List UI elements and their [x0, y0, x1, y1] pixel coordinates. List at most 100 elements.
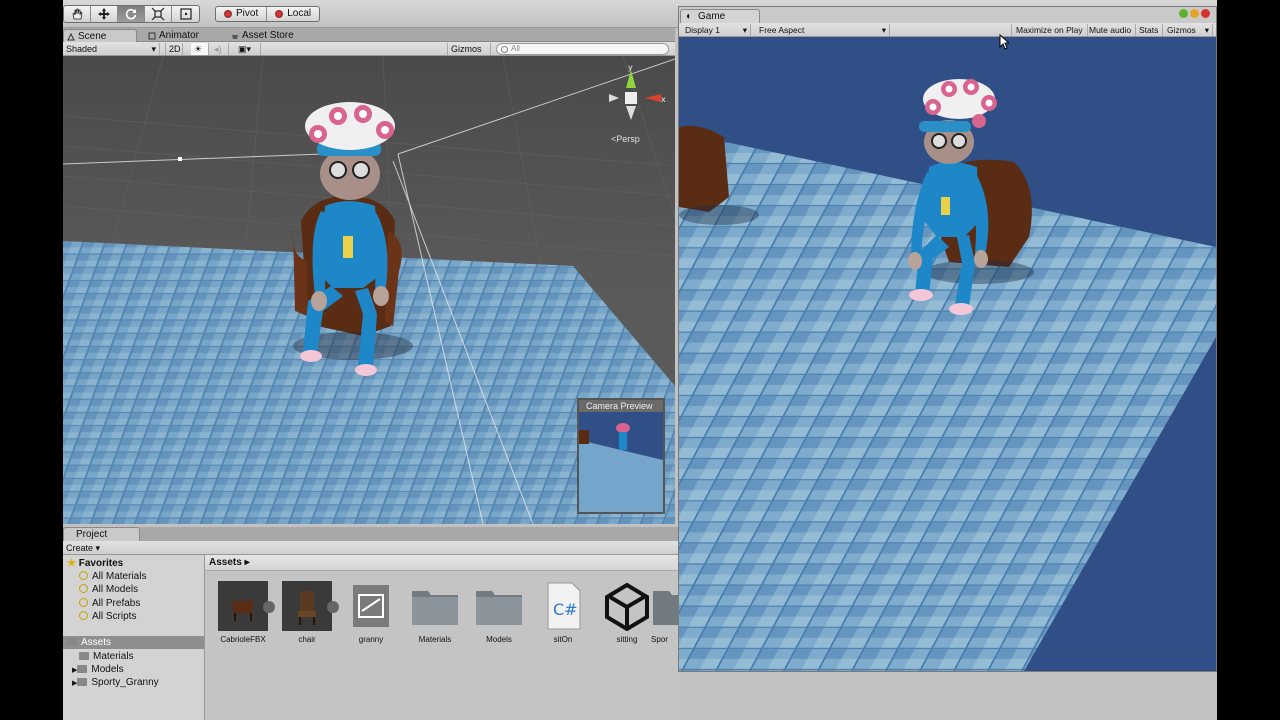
game-panel: ◖ Game Display 1 ▾ Free Aspect ▾ Maximize … [678, 6, 1217, 672]
rect-tool-button[interactable] [172, 6, 199, 22]
asset-item[interactable]: chair [275, 581, 339, 644]
project-control-bar: Create ▾ [63, 541, 678, 555]
search-filter-icon [79, 611, 88, 620]
transform-tools [63, 5, 200, 23]
store-icon [232, 35, 238, 39]
asset-item[interactable]: Spor [651, 581, 678, 644]
rotate-icon [125, 8, 137, 20]
move-tool-button[interactable] [91, 6, 118, 22]
pivot-button[interactable]: Pivot [216, 7, 268, 21]
search-icon [501, 46, 508, 53]
asset-item[interactable]: granny [339, 581, 403, 644]
tab-asset-store[interactable]: Asset Store [228, 29, 300, 42]
hand-icon [72, 8, 83, 20]
2d-mode-toggle[interactable]: 2D [165, 43, 183, 55]
sun-icon: ☀ [194, 44, 203, 54]
unity-logo-icon [602, 581, 652, 632]
pivot-local-toggle: Pivot Local [215, 6, 321, 22]
star-icon: ★ [67, 558, 76, 569]
lighting-toggle[interactable]: ☀ [191, 43, 209, 55]
orientation-gizmo[interactable]: y x [601, 62, 673, 126]
local-icon [275, 10, 284, 18]
favorite-all-prefabs[interactable]: All Prefabs [79, 597, 140, 610]
tab-game[interactable]: ◖ Game [680, 9, 760, 23]
tree-models-folder[interactable]: ▶ Models [72, 663, 124, 676]
maximize-window-icon[interactable] [1179, 9, 1188, 18]
camera-preview-title: Camera Preview [579, 400, 663, 412]
project-tab-bar [63, 527, 678, 541]
model-icon [218, 581, 268, 631]
csharp-script-icon: C# [538, 581, 588, 631]
shading-mode-dropdown[interactable]: Shaded ▾ [63, 43, 160, 55]
asset-item[interactable]: CabrioleFBX [211, 581, 275, 644]
expand-arrow-icon[interactable] [327, 601, 339, 613]
asset-item[interactable]: Models [467, 581, 531, 644]
folder-icon [410, 581, 460, 631]
close-window-icon[interactable] [1201, 9, 1210, 18]
scale-tool-button[interactable] [145, 6, 172, 22]
effects-dropdown[interactable]: ▣▾ [235, 43, 261, 55]
asset-item[interactable]: C# sitOn [531, 581, 595, 644]
scene-control-bar: Shaded ▾ 2D ☀ ◂) ▣▾ Gizmos ▾ All [63, 42, 675, 66]
assets-breadcrumb: Assets ▸ [205, 555, 678, 571]
assets-grid: CabrioleFBX chair granny Materials Model… [205, 571, 678, 720]
game-gizmos-dropdown[interactable]: Gizmos ▾ [1163, 24, 1213, 36]
gizmo-y-label: y [628, 63, 633, 72]
unity-editor-window: Pivot Local Scene Animator Asset Store S… [63, 0, 1217, 720]
scene-search-input[interactable]: All [496, 43, 669, 55]
dropdown-arrow-icon: ▾ [151, 44, 156, 54]
prefab-icon [346, 581, 396, 631]
mouse-cursor-icon [999, 34, 1009, 50]
folder-icon [79, 652, 89, 660]
scene-gizmos-dropdown[interactable]: Gizmos ▾ [447, 43, 491, 66]
tree-sporty-granny-folder[interactable]: ▶ Sporty_Granny [72, 676, 159, 689]
display-dropdown[interactable]: Display 1 ▾ [681, 24, 751, 36]
expand-arrow-icon[interactable] [263, 601, 275, 613]
rect-transform-icon [179, 8, 192, 20]
minimize-window-icon[interactable] [1190, 9, 1199, 18]
favorite-all-scripts[interactable]: All Scripts [79, 610, 136, 623]
model-icon [282, 581, 332, 631]
tab-scene[interactable]: Scene [63, 29, 137, 42]
letterbox-right [1217, 0, 1280, 720]
scale-icon [151, 7, 165, 21]
hand-tool-button[interactable] [64, 6, 91, 22]
rotate-tool-button[interactable] [118, 6, 145, 22]
tree-assets-folder[interactable]: Assets [63, 636, 204, 649]
favorite-all-models[interactable]: All Models [79, 583, 138, 596]
folder-icon [474, 581, 524, 631]
mute-audio-toggle[interactable]: Mute audio [1085, 24, 1137, 36]
projection-toggle[interactable]: <Persp [611, 134, 640, 144]
move-icon [98, 8, 110, 20]
scene-tab-bar: Scene Animator Asset Store [63, 28, 675, 42]
search-filter-icon [79, 571, 88, 580]
folder-icon [77, 665, 88, 673]
audio-toggle[interactable]: ◂) [211, 43, 229, 55]
asset-item[interactable]: sitting [595, 581, 659, 644]
stats-toggle[interactable]: Stats [1135, 24, 1164, 36]
search-filter-icon [79, 598, 88, 607]
pacman-icon: ◖ [685, 11, 692, 22]
maximize-on-play-toggle[interactable]: Maximize on Play [1011, 24, 1088, 36]
folder-icon [651, 581, 678, 631]
svg-text:C#: C# [553, 600, 578, 619]
game-control-bar: Display 1 ▾ Free Aspect ▾ Maximize on Play… [679, 23, 1216, 37]
favorites-header[interactable]: ★ Favorites [67, 557, 123, 570]
camera-preview-render [579, 412, 663, 512]
local-button[interactable]: Local [267, 7, 319, 21]
tab-animator[interactable]: Animator [145, 29, 205, 42]
aspect-dropdown[interactable]: Free Aspect ▾ [755, 24, 890, 36]
tree-materials-folder[interactable]: Materials [79, 650, 134, 663]
asset-item[interactable]: Materials [403, 581, 467, 644]
favorite-all-materials[interactable]: All Materials [79, 570, 146, 583]
folder-icon [67, 638, 77, 646]
game-view[interactable] [679, 37, 1216, 671]
animator-icon [148, 32, 156, 40]
folder-icon [77, 678, 88, 686]
image-icon: ▣▾ [238, 44, 252, 54]
project-folder-tree: ★ Favorites All Materials All Models All… [63, 555, 205, 720]
scene-icon [67, 33, 75, 41]
create-dropdown[interactable]: Create ▾ [66, 542, 100, 554]
tab-project[interactable]: Project [63, 527, 140, 541]
pivot-icon [224, 10, 232, 18]
